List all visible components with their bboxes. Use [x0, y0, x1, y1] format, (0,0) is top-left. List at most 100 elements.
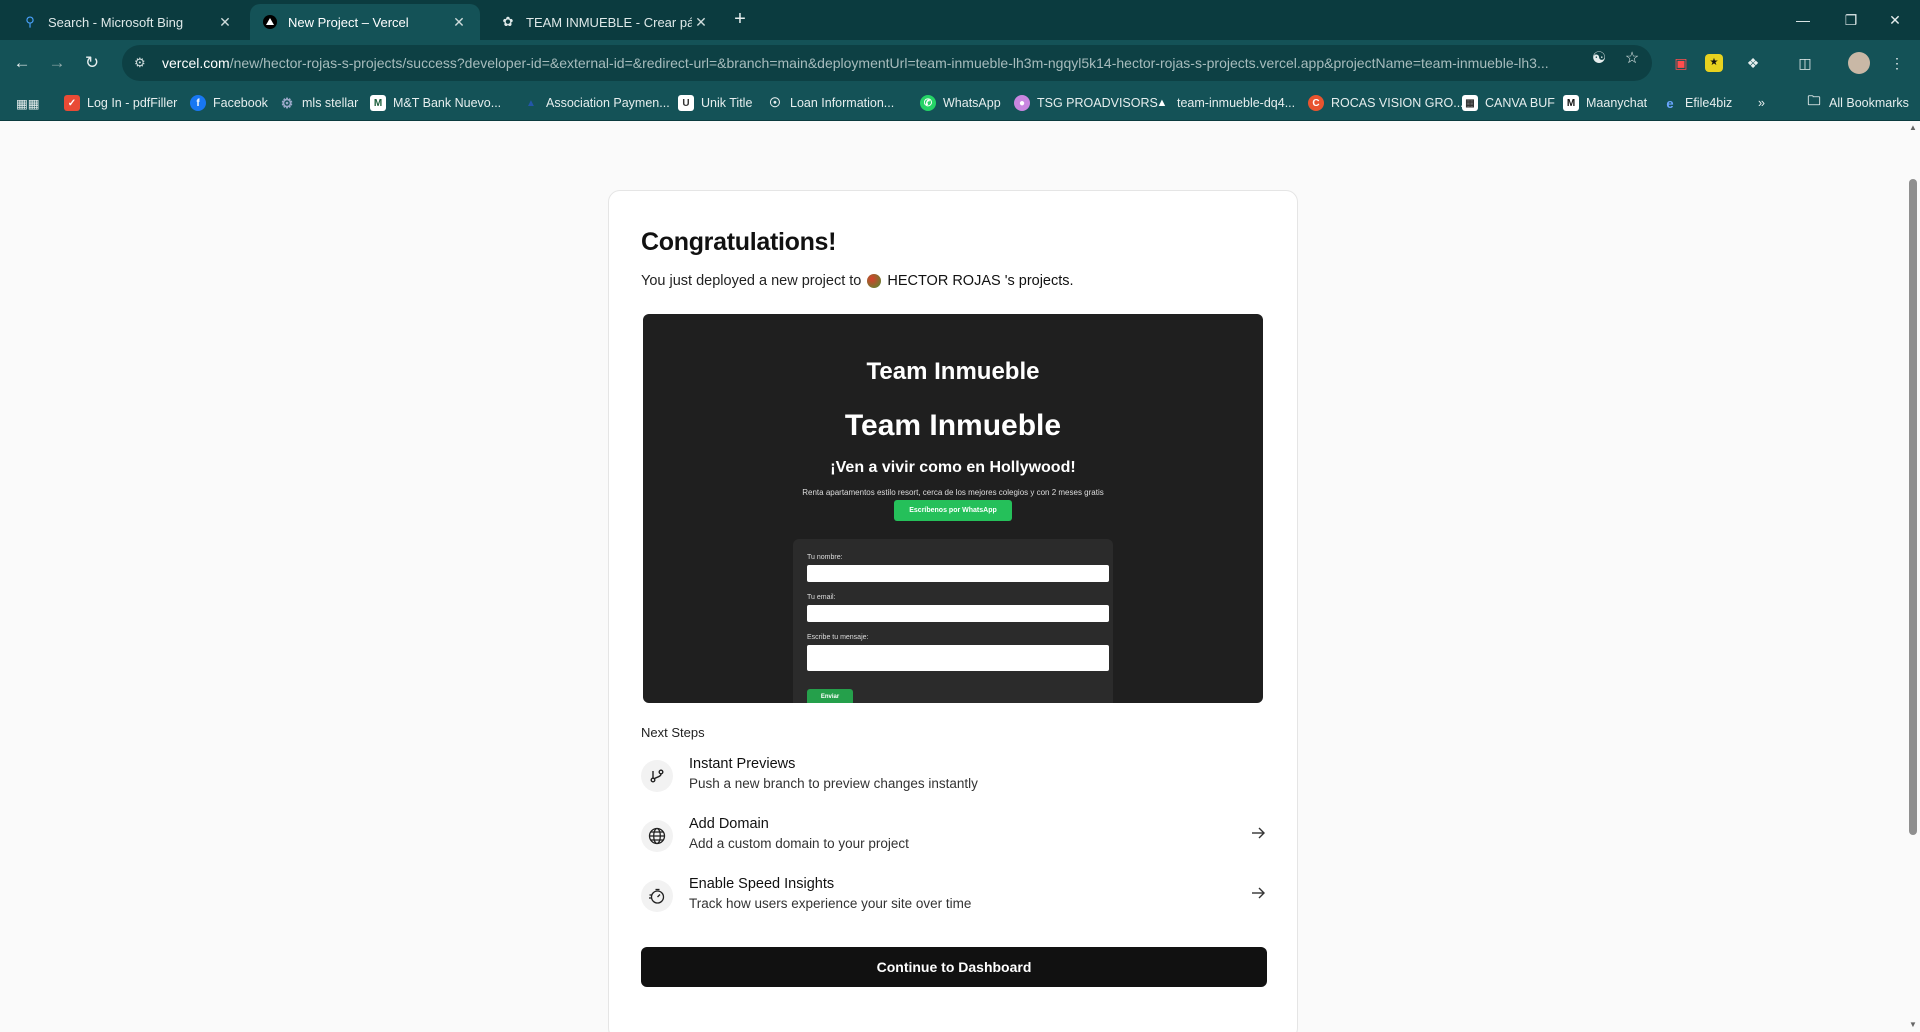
bookmark-unik-title[interactable]: U Unik Title	[678, 92, 752, 114]
all-bookmarks[interactable]: 🗀 All Bookmarks	[1806, 92, 1908, 114]
tab-search-icon[interactable]: ◫	[1793, 51, 1817, 75]
manychat-icon: M	[1563, 95, 1579, 111]
restore-button[interactable]: ❐	[1828, 6, 1874, 34]
bookmark-mls-stellar[interactable]: ⚙ mls stellar	[279, 92, 359, 114]
preview-title-small: Team Inmueble	[866, 358, 1040, 385]
git-branch-icon	[641, 760, 673, 792]
url-path: /new/hector-rojas-s-projects/success?dev…	[229, 55, 1549, 71]
site-info-icon[interactable]: ⚙	[134, 55, 152, 71]
close-icon[interactable]: ✕	[692, 14, 710, 31]
preview-message-label: Escribe tu mensaje:	[807, 634, 869, 641]
step-description: Track how users experience your site ove…	[689, 896, 972, 911]
folder-icon: 🗀	[1807, 93, 1821, 108]
bookmark-mt-bank[interactable]: M M&T Bank Nuevo...	[370, 92, 501, 114]
back-button[interactable]: ←	[8, 49, 36, 77]
pdffiller-icon: ✓	[64, 95, 80, 111]
preview-tagline: ¡Ven a vivir como en Hollywood!	[830, 459, 1076, 476]
team-avatar	[867, 274, 882, 288]
browser-chrome: ⚲ Search - Microsoft Bing ✕ New Project …	[0, 0, 1920, 121]
efile-icon: e	[1666, 95, 1674, 111]
bookmark-association-payment[interactable]: ▲ Association Paymen...	[523, 92, 670, 114]
unik-title-icon: U	[678, 95, 694, 111]
gear-icon: ⚙	[280, 94, 294, 111]
arrow-right-icon[interactable]	[1249, 884, 1267, 902]
bookmark-team-inmueble[interactable]: ▲ team-inmueble-dq4...	[1154, 92, 1296, 114]
whatsapp-icon: ✆	[920, 95, 936, 111]
step-description: Add a custom domain to your project	[689, 836, 909, 851]
new-tab-button[interactable]: +	[728, 8, 752, 32]
next-steps-heading: Next Steps	[641, 725, 705, 740]
vercel-triangle-icon: ▲	[1156, 97, 1168, 109]
url-host: vercel.com	[162, 55, 230, 71]
rocas-icon: C	[1308, 95, 1324, 111]
tab-bing-search[interactable]: ⚲ Search - Microsoft Bing ✕	[10, 4, 246, 40]
bookmark-tsg-proadvisors[interactable]: ● TSG PROADVISORS	[1014, 92, 1158, 114]
success-card: Congratulations! You just deployed a new…	[608, 190, 1298, 1032]
scrollbar[interactable]: ▲ ▼	[1906, 121, 1920, 1032]
preview-whatsapp-button: Escríbenos por WhatsApp	[894, 500, 1012, 521]
bookmark-loan-information[interactable]: ☉ Loan Information...	[767, 92, 894, 114]
bookmark-maanychat[interactable]: M Maanychat	[1563, 92, 1647, 114]
scroll-down-arrow-icon[interactable]: ▼	[1908, 1020, 1918, 1030]
arrow-right-icon[interactable]	[1249, 824, 1267, 842]
tab-team-inmueble[interactable]: ✿ TEAM INMUEBLE - Crear págin ✕	[488, 4, 722, 40]
continue-to-dashboard-button[interactable]: Continue to Dashboard	[641, 947, 1267, 987]
openai-icon: ✿	[502, 14, 514, 29]
bookmark-star-icon[interactable]: ☆	[1621, 48, 1643, 70]
scrollbar-thumb[interactable]	[1909, 179, 1917, 835]
bookmark-canva-buf[interactable]: ▦ CANVA BUF	[1462, 92, 1555, 114]
scroll-up-arrow-icon[interactable]: ▲	[1908, 123, 1918, 133]
speed-insights-icon	[641, 880, 673, 912]
preview-name-input	[807, 565, 1109, 582]
preview-contact-form: Tu nombre: Tu email: Escribe tu mensaje:…	[793, 539, 1113, 703]
page-title: Congratulations!	[641, 228, 837, 256]
step-instant-previews[interactable]: Instant Previews Push a new branch to pr…	[641, 756, 1267, 802]
minimize-button[interactable]: —	[1780, 6, 1826, 34]
facebook-icon: f	[190, 95, 206, 111]
extensions-puzzle-icon[interactable]: ❖	[1741, 51, 1765, 75]
step-title: Instant Previews	[689, 756, 796, 772]
preview-message-input	[807, 645, 1109, 671]
reload-button[interactable]: ↻	[78, 49, 106, 77]
more-menu-icon[interactable]: ⋮	[1885, 51, 1909, 75]
address-bar[interactable]: ⚙ vercel.com /new/hector-rojas-s-project…	[122, 45, 1652, 81]
translate-icon[interactable]: ☯	[1588, 48, 1610, 70]
pocket-extension-icon[interactable]: ▣	[1669, 51, 1693, 75]
toolbar: ← → ↻ ⚙ vercel.com /new/hector-rojas-s-p…	[0, 40, 1920, 86]
apps-grid-icon[interactable]: ▦▦	[16, 92, 40, 114]
close-window-button[interactable]: ✕	[1872, 6, 1918, 34]
preview-email-label: Tu email:	[807, 594, 836, 601]
tsg-icon: ●	[1014, 95, 1030, 111]
forward-button[interactable]: →	[43, 49, 71, 77]
bookmark-efile4biz[interactable]: e Efile4biz	[1662, 92, 1732, 114]
bookmark-pdffiller[interactable]: ✓ Log In - pdfFiller	[64, 92, 177, 114]
deployment-preview[interactable]: Team Inmueble Team Inmueble ¡Ven a vivir…	[643, 314, 1263, 703]
tab-strip: ⚲ Search - Microsoft Bing ✕ New Project …	[0, 0, 1920, 40]
bookmark-rocas-vision[interactable]: C ROCAS VISION GRO...	[1308, 92, 1464, 114]
team-name: HECTOR ROJAS 's projects.	[887, 273, 1074, 289]
page-content: Congratulations! You just deployed a new…	[0, 121, 1920, 1032]
globe-icon: ☉	[769, 95, 781, 110]
close-icon[interactable]: ✕	[216, 14, 234, 31]
canva-icon: ▦	[1462, 95, 1478, 111]
extension-icon[interactable]: ★	[1705, 54, 1723, 72]
mt-bank-icon: M	[370, 95, 386, 111]
vercel-triangle-icon	[262, 14, 278, 30]
globe-icon	[641, 820, 673, 852]
bookmark-whatsapp[interactable]: ✆ WhatsApp	[920, 92, 1001, 114]
step-title: Enable Speed Insights	[689, 876, 835, 892]
step-title: Add Domain	[689, 816, 769, 832]
chevron-double-right-icon[interactable]: »	[1758, 92, 1765, 114]
step-description: Push a new branch to preview changes ins…	[689, 776, 978, 791]
step-enable-speed-insights[interactable]: Enable Speed Insights Track how users ex…	[641, 876, 1267, 922]
bookmark-facebook[interactable]: f Facebook	[190, 92, 268, 114]
preview-title-large: Team Inmueble	[844, 409, 1062, 442]
tab-vercel-new-project[interactable]: New Project – Vercel ✕	[250, 4, 480, 40]
search-icon: ⚲	[25, 14, 35, 29]
preview-name-label: Tu nombre:	[807, 554, 843, 561]
step-add-domain[interactable]: Add Domain Add a custom domain to your p…	[641, 816, 1267, 862]
close-icon[interactable]: ✕	[450, 14, 468, 31]
preview-send-button: Enviar	[807, 689, 853, 703]
avatar[interactable]	[1848, 52, 1870, 74]
deployed-message: You just deployed a new project to HECTO…	[641, 273, 1074, 289]
